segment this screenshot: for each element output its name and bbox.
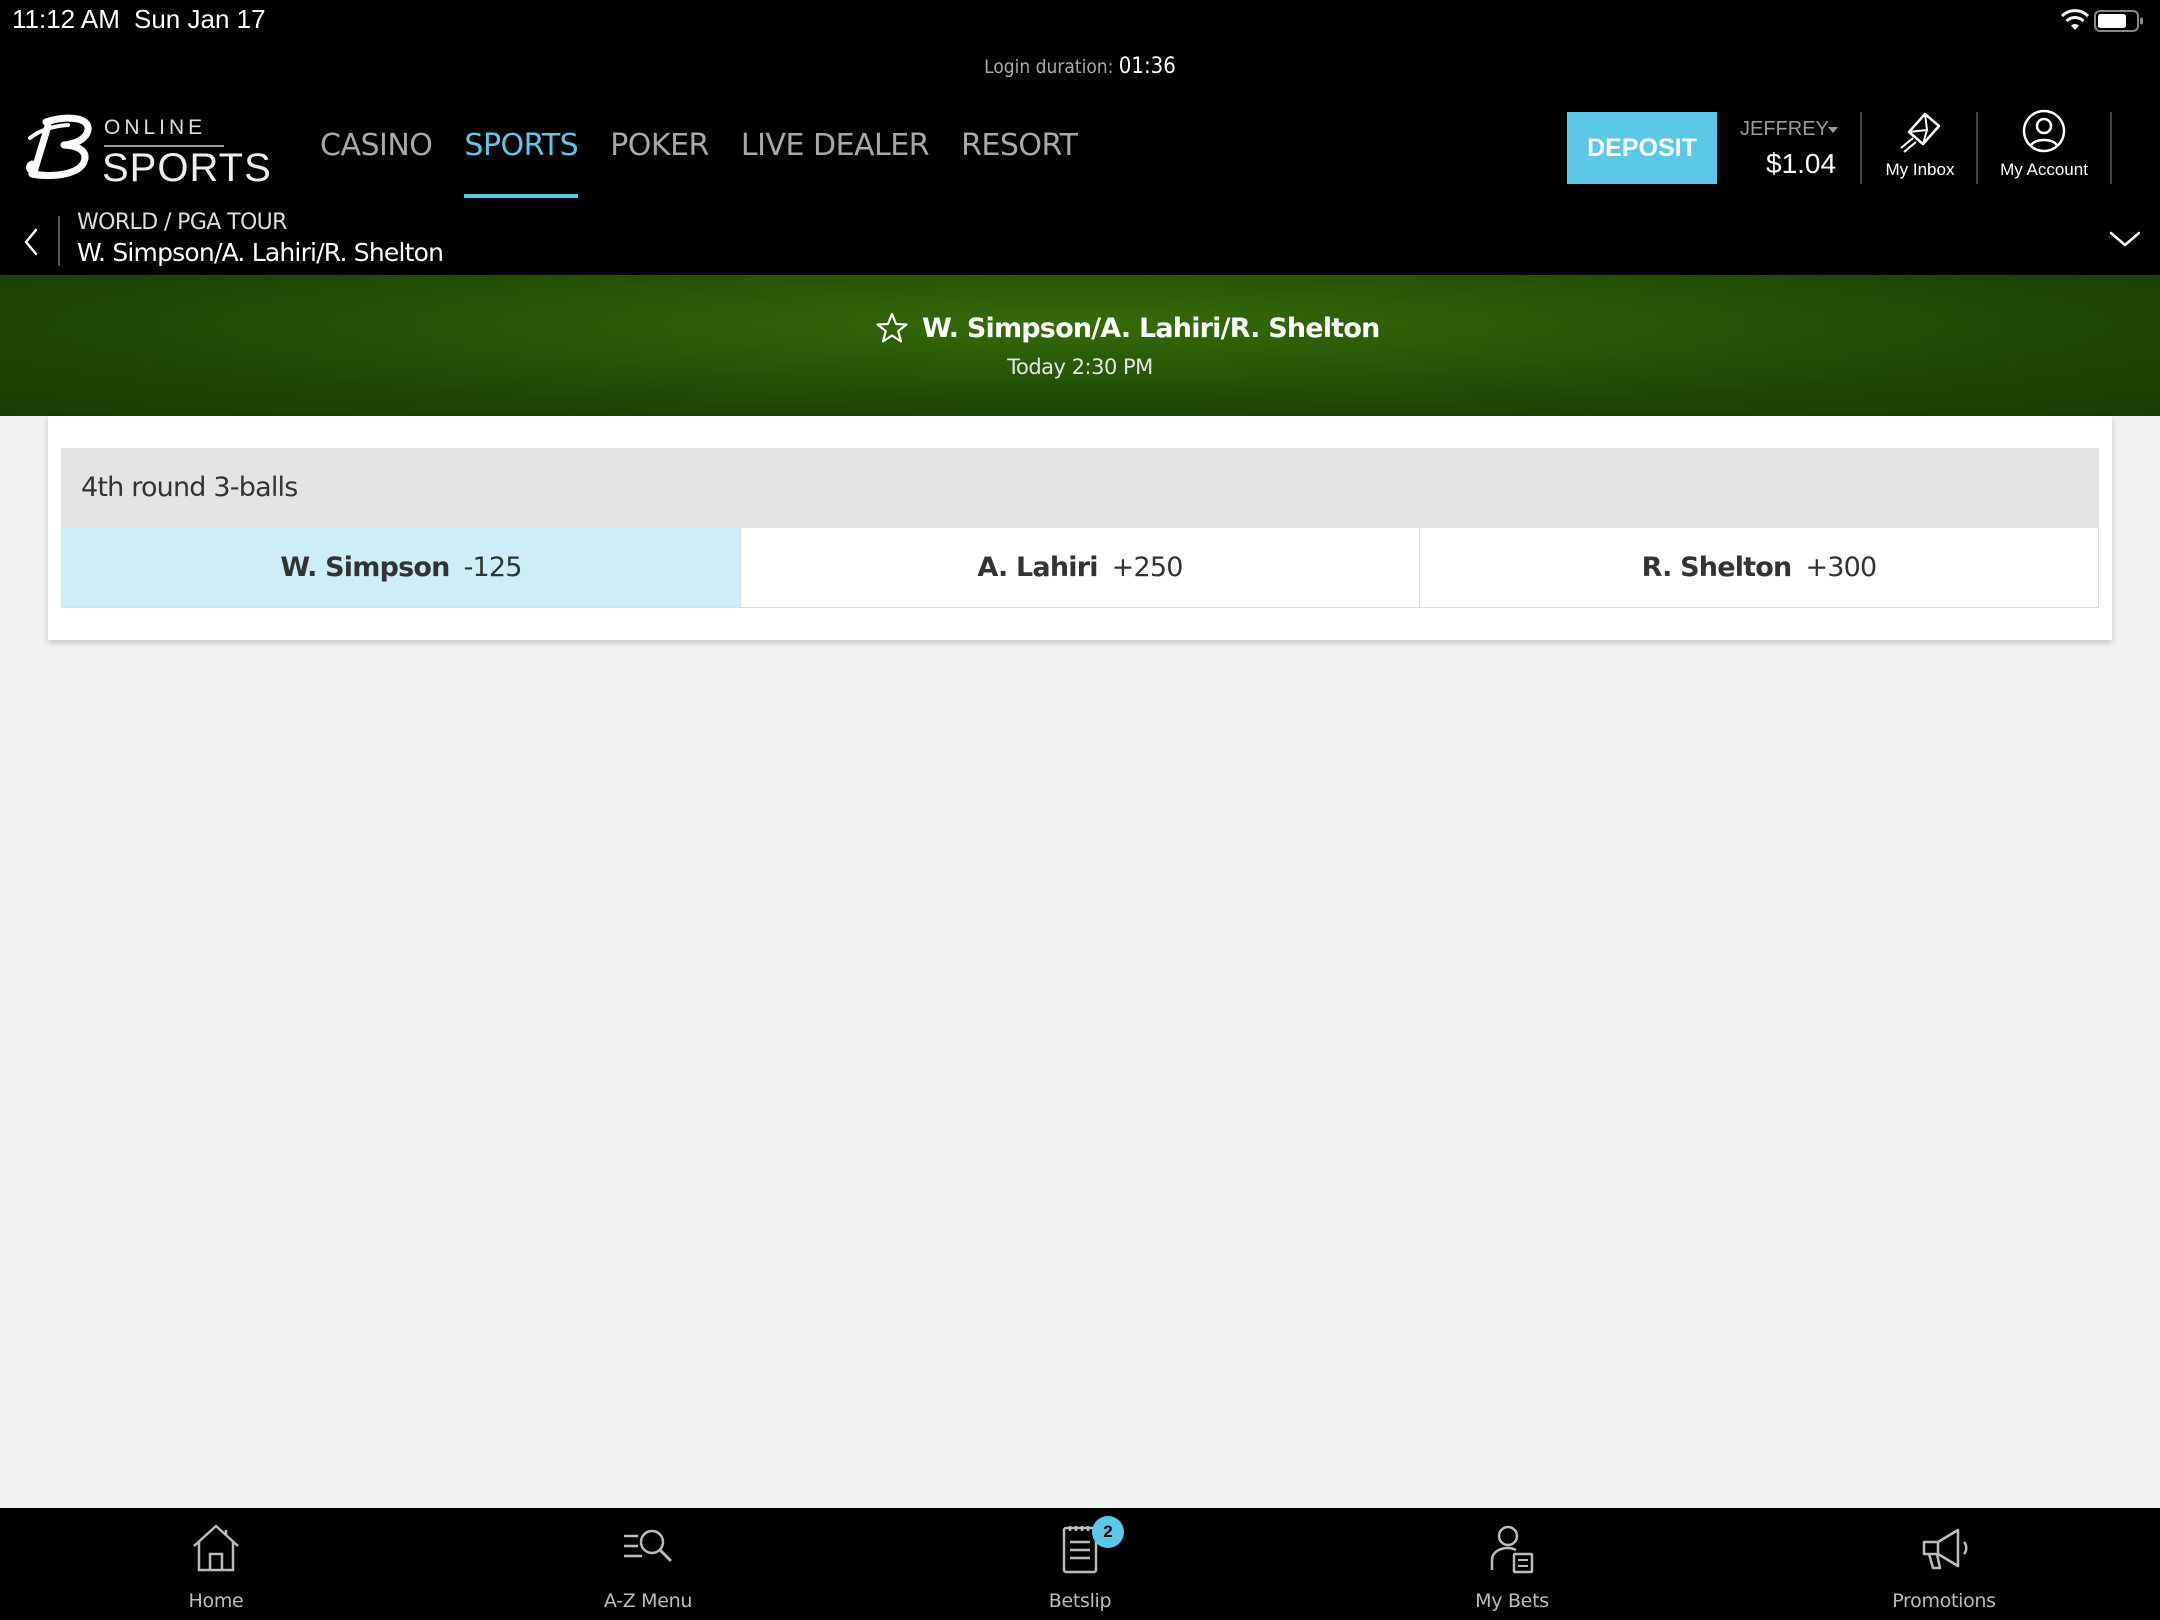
bottom-nav-promotions[interactable]: Promotions — [1728, 1508, 2160, 1620]
logo-online-text: ONLINE — [104, 116, 207, 139]
breadcrumb-path[interactable]: WORLD / PGA TOUR — [77, 210, 287, 235]
caret-down-icon[interactable] — [1828, 127, 1838, 133]
top-nav: CASINO SPORTS POKER LIVE DEALER RESORT — [320, 128, 1110, 198]
market-outcomes: W. Simpson -125 A. Lahiri +250 R. Shelto… — [61, 528, 2099, 608]
borgata-sports-logo[interactable]: ONLINE SPORTS — [24, 114, 271, 190]
login-duration: Login duration: 01:36 — [0, 54, 2160, 79]
breadcrumb-title: W. Simpson/A. Lahiri/R. Shelton — [77, 238, 444, 267]
header-divider — [1860, 112, 1862, 184]
header-divider — [2110, 112, 2112, 184]
home-icon — [193, 1524, 239, 1572]
status-bar: 11:12 AM Sun Jan 17 — [0, 0, 2160, 44]
bottom-nav-home[interactable]: Home — [0, 1508, 432, 1620]
outcome-button[interactable]: W. Simpson -125 — [62, 528, 740, 607]
account-label: My Account — [2000, 160, 2088, 179]
user-menu[interactable]: JEFFREY — [1740, 118, 1829, 141]
bottom-nav-az-menu[interactable]: A-Z Menu — [432, 1508, 864, 1620]
chevron-down-icon[interactable] — [2108, 228, 2142, 250]
deposit-button[interactable]: DEPOSIT — [1567, 112, 1717, 184]
bottom-nav-label: Promotions — [1892, 1590, 1996, 1612]
bottom-nav-label: Betslip — [1048, 1590, 1112, 1612]
favorite-star-icon[interactable] — [875, 311, 909, 345]
app-header: Login duration: 01:36 ONLINE SPORTS CASI… — [0, 44, 2160, 275]
event-start-time: Today 2:30 PM — [1007, 355, 1153, 379]
market-title: 4th round 3-balls — [81, 472, 298, 503]
bottom-nav-label: Home — [188, 1590, 244, 1612]
login-duration-label: Login duration: — [984, 56, 1119, 78]
user-circle-icon — [2022, 109, 2066, 153]
bottom-nav-betslip[interactable]: 2 Betslip — [864, 1508, 1296, 1620]
inbox-label: My Inbox — [1885, 160, 1955, 179]
wifi-icon — [2060, 9, 2090, 30]
bottom-nav: Home A-Z Menu 2 Betslip My Bets Promotio… — [0, 1508, 2160, 1620]
outcome-name: R. Shelton — [1641, 552, 1793, 583]
nav-poker[interactable]: POKER — [610, 128, 709, 192]
account-button[interactable]: My Account — [1986, 108, 2102, 190]
outcome-odds: -125 — [463, 552, 523, 583]
bottom-nav-my-bets[interactable]: My Bets — [1296, 1508, 1728, 1620]
market-card: 4th round 3-balls W. Simpson -125 A. Lah… — [48, 416, 2112, 640]
nav-resort[interactable]: RESORT — [961, 128, 1078, 192]
header-divider — [1976, 112, 1978, 184]
battery-icon — [2094, 10, 2143, 32]
nav-live-dealer[interactable]: LIVE DEALER — [741, 128, 930, 192]
logo-b-icon — [26, 114, 92, 179]
back-chevron-icon[interactable] — [18, 222, 44, 262]
breadcrumb-divider — [58, 216, 60, 266]
outcome-odds: +300 — [1805, 552, 1877, 583]
nav-casino[interactable]: CASINO — [320, 128, 433, 192]
megaphone-icon — [1922, 1528, 1968, 1570]
status-date: Sun Jan 17 — [134, 4, 266, 34]
login-duration-value: 01:36 — [1118, 54, 1176, 79]
account-balance: $1.04 — [1766, 148, 1837, 179]
outcome-button[interactable]: R. Shelton +300 — [1419, 528, 2098, 607]
az-menu-icon — [624, 1529, 672, 1562]
outcome-button[interactable]: A. Lahiri +250 — [740, 528, 1419, 607]
bottom-nav-label: My Bets — [1475, 1590, 1549, 1612]
my-bets-icon — [1490, 1525, 1534, 1574]
event-banner: W. Simpson/A. Lahiri/R. Shelton Today 2:… — [0, 275, 2160, 416]
outcome-name: A. Lahiri — [977, 552, 1098, 583]
outcome-odds: +250 — [1111, 552, 1184, 583]
inbox-button[interactable]: My Inbox — [1872, 108, 1968, 190]
logo-sports-text: SPORTS — [102, 146, 272, 190]
event-title: W. Simpson/A. Lahiri/R. Shelton — [922, 313, 1380, 344]
envelope-icon — [1900, 112, 1941, 153]
market-header[interactable]: 4th round 3-balls — [61, 448, 2099, 528]
betslip-count-badge: 2 — [1092, 1516, 1124, 1548]
nav-sports[interactable]: SPORTS — [464, 128, 579, 198]
outcome-name: W. Simpson — [280, 552, 450, 583]
bottom-nav-label: A-Z Menu — [603, 1590, 693, 1612]
status-time: 11:12 AM — [12, 4, 120, 34]
